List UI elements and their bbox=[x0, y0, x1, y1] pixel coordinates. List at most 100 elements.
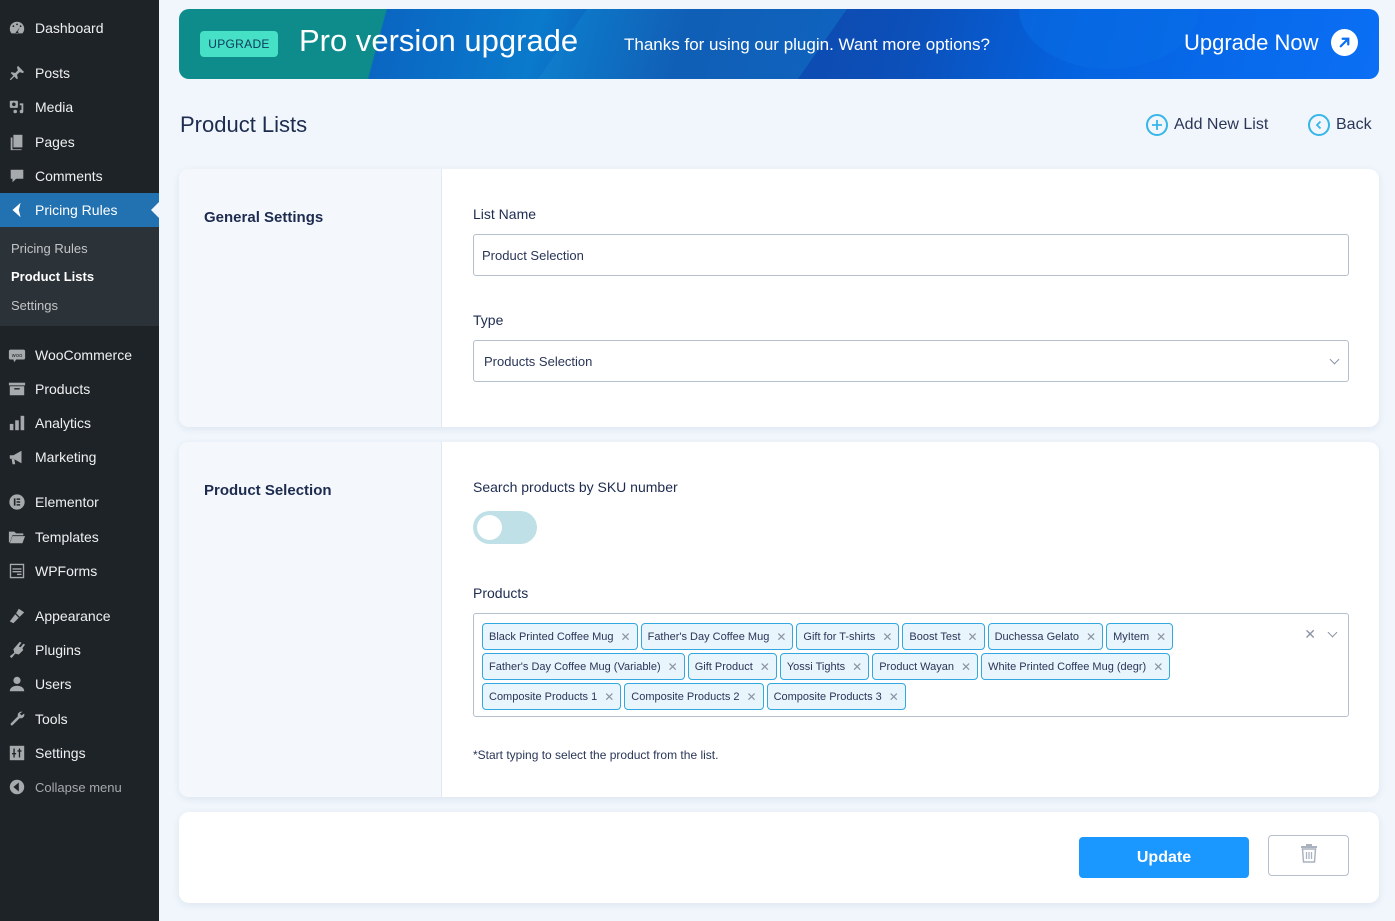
type-select[interactable]: Products Selection bbox=[473, 340, 1349, 382]
sidebar-item-label: WooCommerce bbox=[35, 347, 132, 363]
product-tag: Composite Products 1 ✕ bbox=[482, 683, 622, 710]
sidebar-item-tools[interactable]: Tools bbox=[0, 702, 159, 736]
sidebar-item-label: Comments bbox=[35, 168, 103, 184]
back-label: Back bbox=[1336, 116, 1372, 133]
sidebar-item-elementor[interactable]: Elementor bbox=[0, 485, 159, 519]
delete-button[interactable] bbox=[1268, 835, 1349, 876]
remove-tag-icon[interactable]: ✕ bbox=[621, 630, 631, 644]
sidebar-item-products[interactable]: Products bbox=[0, 372, 159, 406]
external-arrow-icon bbox=[1330, 29, 1358, 56]
remove-tag-icon[interactable]: ✕ bbox=[889, 690, 899, 704]
sidebar-item-plugins[interactable]: Plugins bbox=[0, 633, 159, 667]
list-name-label: List Name bbox=[473, 206, 537, 222]
card-sidebar bbox=[179, 169, 442, 427]
comment-icon bbox=[7, 166, 27, 186]
product-tag: Father's Day Coffee Mug ✕ bbox=[640, 623, 794, 650]
product-tag-label: White Printed Coffee Mug (degr) bbox=[988, 660, 1147, 673]
products-hint: *Start typing to select the product from… bbox=[473, 748, 719, 762]
sidebar-item-media[interactable]: Media bbox=[0, 90, 159, 124]
sidebar-item-wpforms[interactable]: WPForms bbox=[0, 554, 159, 588]
product-tag-label: Gift Product bbox=[694, 660, 753, 673]
sidebar-item-comments[interactable]: Comments bbox=[0, 159, 159, 193]
product-tag-label: Composite Products 2 bbox=[631, 690, 740, 703]
sidebar-item-appearance[interactable]: Appearance bbox=[0, 599, 159, 633]
collapse-icon bbox=[7, 777, 27, 797]
upgrade-badge: UPGRADE bbox=[200, 31, 278, 57]
remove-tag-icon[interactable]: ✕ bbox=[760, 660, 770, 674]
product-tag-label: Gift for T-shirts bbox=[803, 630, 876, 643]
plug-icon bbox=[7, 640, 27, 660]
back-button[interactable]: Back bbox=[1308, 114, 1372, 136]
banner-decoration bbox=[1019, 9, 1199, 69]
selected-products: Black Printed Coffee Mug ✕ Father's Day Co… bbox=[482, 623, 1292, 713]
product-tag: Father's Day Coffee Mug (Variable) ✕ bbox=[482, 653, 685, 680]
remove-tag-icon[interactable]: ✕ bbox=[852, 660, 862, 674]
sidebar-item-label: Users bbox=[35, 676, 72, 692]
sidebar-item-label: Dashboard bbox=[35, 20, 104, 36]
svg-text:woo: woo bbox=[12, 353, 23, 359]
upgrade-now-button[interactable]: Upgrade Now bbox=[1184, 29, 1358, 56]
clear-all-icon[interactable]: ✕ bbox=[1304, 626, 1316, 643]
product-selection-card: Product Selection Search products by SKU… bbox=[179, 442, 1379, 797]
product-tag-label: Duchessa Gelato bbox=[994, 630, 1079, 643]
submenu-item-pricing-rules[interactable]: Pricing Rules bbox=[11, 241, 88, 256]
product-tag-label: Product Wayan bbox=[879, 660, 955, 673]
sidebar-item-settings[interactable]: Settings bbox=[0, 736, 159, 770]
remove-tag-icon[interactable]: ✕ bbox=[604, 690, 614, 704]
type-select-value: Products Selection bbox=[484, 353, 593, 369]
remove-tag-icon[interactable]: ✕ bbox=[1156, 630, 1166, 644]
add-new-list-button[interactable]: Add New List bbox=[1146, 114, 1268, 136]
submenu-item-product-lists[interactable]: Product Lists bbox=[11, 269, 94, 284]
product-tag-label: Boost Test bbox=[909, 630, 961, 643]
pin-icon bbox=[7, 63, 27, 83]
form-icon bbox=[7, 561, 27, 581]
list-name-input[interactable]: Product Selection bbox=[473, 234, 1349, 276]
product-tag: Product Wayan ✕ bbox=[872, 653, 979, 680]
sidebar-item-users[interactable]: Users bbox=[0, 667, 159, 701]
product-tag: Composite Products 3 ✕ bbox=[766, 683, 906, 710]
sliders-icon bbox=[7, 743, 27, 763]
remove-tag-icon[interactable]: ✕ bbox=[747, 690, 757, 704]
brush-icon bbox=[7, 606, 27, 626]
remove-tag-icon[interactable]: ✕ bbox=[882, 630, 892, 644]
remove-tag-icon[interactable]: ✕ bbox=[1086, 630, 1096, 644]
sidebar-item-templates[interactable]: Templates bbox=[0, 520, 159, 554]
sidebar-item-pricing-rules[interactable]: Pricing Rules bbox=[0, 193, 159, 227]
plus-circle-icon bbox=[1146, 114, 1168, 136]
sidebar-item-posts[interactable]: Posts bbox=[0, 56, 159, 90]
chevron-left-icon bbox=[7, 200, 27, 220]
banner-subtitle: Thanks for using our plugin. Want more o… bbox=[624, 35, 991, 54]
remove-tag-icon[interactable]: ✕ bbox=[776, 630, 786, 644]
product-tag: Black Printed Coffee Mug ✕ bbox=[482, 623, 638, 650]
chevron-down-icon[interactable] bbox=[1327, 627, 1338, 638]
products-multiselect[interactable]: Black Printed Coffee Mug ✕ Father's Day Co… bbox=[473, 613, 1349, 717]
product-tag-label: Composite Products 3 bbox=[773, 690, 882, 703]
sidebar-item-marketing[interactable]: Marketing bbox=[0, 440, 159, 474]
product-tag: Boost Test ✕ bbox=[902, 623, 985, 650]
update-button[interactable]: Update bbox=[1079, 837, 1249, 878]
sidebar-item-label: Pricing Rules bbox=[35, 202, 118, 218]
sidebar-item-label: Settings bbox=[35, 745, 86, 761]
megaphone-icon bbox=[7, 447, 27, 467]
sku-search-toggle[interactable] bbox=[473, 511, 537, 544]
remove-tag-icon[interactable]: ✕ bbox=[1153, 660, 1163, 674]
sidebar-item-pages[interactable]: Pages bbox=[0, 125, 159, 159]
remove-tag-icon[interactable]: ✕ bbox=[961, 660, 971, 674]
upgrade-now-label: Upgrade Now bbox=[1184, 29, 1319, 55]
elementor-icon bbox=[7, 492, 27, 512]
remove-tag-icon[interactable]: ✕ bbox=[968, 630, 978, 644]
product-tag: Composite Products 2 ✕ bbox=[624, 683, 764, 710]
remove-tag-icon[interactable]: ✕ bbox=[668, 660, 678, 674]
sidebar-item-analytics[interactable]: Analytics bbox=[0, 406, 159, 440]
collapse-menu-button[interactable]: Collapse menu bbox=[0, 770, 159, 804]
sidebar-item-woocommerce[interactable]: woo WooCommerce bbox=[0, 338, 159, 372]
products-label: Products bbox=[473, 585, 529, 601]
submenu-item-settings[interactable]: Settings bbox=[11, 298, 58, 313]
section-title-product-selection: Product Selection bbox=[204, 482, 332, 499]
sidebar-item-dashboard[interactable]: Dashboard bbox=[0, 11, 159, 45]
product-tag-label: Composite Products 1 bbox=[489, 690, 598, 703]
product-tag-label: Father's Day Coffee Mug (Variable) bbox=[489, 660, 661, 673]
type-label: Type bbox=[473, 312, 504, 328]
sidebar-item-label: Templates bbox=[35, 529, 99, 545]
page-title: Product Lists bbox=[180, 112, 308, 137]
